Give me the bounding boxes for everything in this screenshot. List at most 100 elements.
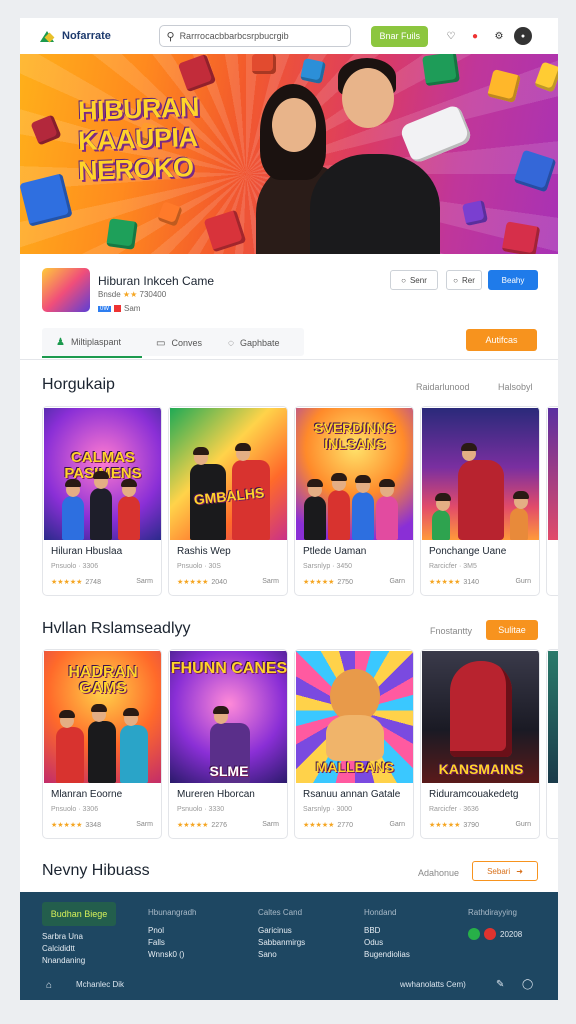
tab-label: Conves <box>171 338 202 348</box>
card-art: FHUNN CANES SLME <box>170 651 288 783</box>
card-rating: ★★★★★ 2276 <box>177 821 227 829</box>
arrow-right-icon: ➜ <box>516 866 523 876</box>
notification-icon[interactable]: ♡ <box>442 27 460 45</box>
footer-link[interactable]: Falls <box>148 938 196 947</box>
game-card-partial[interactable] <box>546 649 558 839</box>
footer-link[interactable]: Sano <box>258 950 305 959</box>
footer-link[interactable]: Sarbra Una <box>42 932 85 941</box>
header-cta-button[interactable]: Bnar Fuils <box>371 25 428 47</box>
tab-conves[interactable]: ▭ Conves <box>156 328 226 358</box>
footer-heading: Hondand <box>364 908 397 917</box>
footer-link[interactable]: Nnandaning <box>42 956 85 965</box>
section-link[interactable]: Halsobyl <box>498 382 533 392</box>
game-share-button[interactable]: ○ Senr <box>390 270 438 290</box>
whatsapp-icon[interactable] <box>468 928 480 940</box>
game-card[interactable]: MALLBANS Rsanuu annan Gatale Sarsnlyp · … <box>294 649 414 839</box>
chat-icon: ▭ <box>156 337 166 349</box>
rating-stars: ★★★★★ <box>177 579 209 586</box>
tab-label: Miltiplaspant <box>70 337 121 347</box>
footer-column: Rathdirayying <box>468 908 517 926</box>
footer-heading: Rathdirayying <box>468 908 517 917</box>
footer-link[interactable]: Garicinus <box>258 926 305 935</box>
rating-count: 3140 <box>463 579 479 586</box>
footer-link[interactable]: Pnol <box>148 926 196 935</box>
card-genre: Gurn <box>515 821 531 828</box>
game-share-label: Senr <box>409 275 427 285</box>
game-favorite-button[interactable]: ○ Rer <box>446 270 482 290</box>
search-input[interactable]: ⚲ Rarrrocacbbarbcsrpbucrgib <box>158 25 352 47</box>
rating-count: 2748 <box>85 579 101 586</box>
card-rating: ★★★★★ 3140 <box>429 578 479 586</box>
footer-link[interactable]: Calcididtt <box>42 944 85 953</box>
card-art <box>548 651 558 783</box>
rating-stars: ★★★★★ <box>303 579 335 586</box>
rating-count: 2276 <box>211 822 227 829</box>
chat-icon[interactable]: ◯ <box>522 979 533 990</box>
share-icon: ○ <box>401 275 406 285</box>
footer-link[interactable]: Sabbanmirgs <box>258 938 305 947</box>
footer-bottom-right[interactable]: wwhanolatts Cem) <box>400 980 466 989</box>
card-art-title: FHUNN CANES <box>170 660 288 677</box>
footer-bottom-left: Mchanlec Dik <box>76 980 125 989</box>
hero-banner[interactable]: HIBURAN KAAUPIA NEROKO <box>20 54 558 254</box>
card-subtitle: Rarcicfer · 3636 <box>429 806 479 813</box>
card-art-figures <box>44 471 161 540</box>
card-art-figures <box>296 473 413 540</box>
card-art: GMBALHS <box>170 408 287 540</box>
user-icon: ♟ <box>56 336 65 348</box>
card-rating: ★★★★★ 3348 <box>51 821 101 829</box>
game-card[interactable]: HADRAN GAMS Mlanran Eoorne Pnsuolo · 330… <box>42 649 162 839</box>
game-card[interactable]: GMBALHS Rashis Wep Pnsuolo · 30S ★★★★★ 20… <box>168 406 288 596</box>
card-subtitle: Rarcicfer · 3M5 <box>429 563 477 570</box>
game-card[interactable]: CALMAS PASIMENS Hiluran Hbuslaa Pnsuolo … <box>42 406 162 596</box>
page: Nofarrate ⚲ Rarrrocacbbarbcsrpbucrgib Bn… <box>20 18 558 1000</box>
brand-logo[interactable]: Nofarrate <box>40 29 139 43</box>
footer-link[interactable]: Bugendiolias <box>364 950 410 959</box>
character-figure <box>120 708 148 783</box>
rating-stars: ★★★★★ <box>51 822 83 829</box>
tab-multiplayer[interactable]: ♟ Miltiplaspant <box>42 328 142 358</box>
card-subtitle: Pnsuolo · 3306 <box>51 563 99 570</box>
pin-icon[interactable]: ● <box>466 27 484 45</box>
profile-icon[interactable]: ● <box>513 27 532 45</box>
hero-cube <box>422 54 460 87</box>
card-title: Rsanuu annan Gatale <box>303 789 401 800</box>
game-thumbnail[interactable] <box>42 268 90 312</box>
footer-link[interactable]: Odus <box>364 938 410 947</box>
rating-count: 2770 <box>337 822 353 829</box>
game-card[interactable]: Ponchange Uane Rarcicfer · 3M5 ★★★★★ 3140… <box>420 406 540 596</box>
section-action-button[interactable]: Sebari ➜ <box>472 861 538 881</box>
footer-link[interactable]: Wnnsk0 () <box>148 950 196 959</box>
footer-bottom: ⌂ Mchanlec Dik wwhanolatts Cem) ✎ ◯ <box>20 976 558 998</box>
game-card[interactable]: SVERDINNS INLSANS Ptlede Uaman Sarsnlyp … <box>294 406 414 596</box>
tab-gaphbate[interactable]: ◌ Gaphbate <box>228 328 304 358</box>
hero-person-man <box>310 154 440 254</box>
rating-count: 3790 <box>463 822 479 829</box>
bike-icon[interactable]: ⚙ <box>490 27 508 45</box>
footer-phone: 20208 <box>500 929 523 939</box>
hero-face <box>272 98 316 152</box>
tabs-action-button[interactable]: Autifcas <box>466 329 537 351</box>
refresh-icon: ◌ <box>228 337 234 349</box>
hero-cube <box>106 218 138 250</box>
game-card-partial[interactable] <box>546 406 558 596</box>
card-rating: ★★★★★ 2748 <box>51 578 101 586</box>
game-card[interactable]: FHUNN CANES SLME Mureren Hborcan Psnuolo… <box>168 649 288 839</box>
edit-icon[interactable]: ✎ <box>496 979 504 990</box>
youtube-icon[interactable] <box>484 928 496 940</box>
header-icons: ♡ ● ⚙ ● <box>442 27 538 45</box>
section-link[interactable]: Adahonue <box>418 868 459 878</box>
game-play-button[interactable]: Beahy <box>488 270 538 290</box>
game-meta-count: 730400 <box>139 290 167 299</box>
section-title: Horgukaip <box>42 376 115 393</box>
section-action-button[interactable]: Sulitae <box>486 620 538 640</box>
section-link[interactable]: Raidarlunood <box>416 382 470 392</box>
brand-name: Nofarrate <box>62 30 111 42</box>
footer-link[interactable]: BBD <box>364 926 410 935</box>
rating-stars: ★★★★★ <box>429 579 461 586</box>
game-card[interactable]: KANSMAINS Riduramcouakedetg Rarcicfer · … <box>420 649 540 839</box>
footer-badge[interactable]: Budhan Biege <box>42 902 116 926</box>
tab-bar: ♟ Miltiplaspant ▭ Conves ◌ Gaphbate Autifca… <box>20 326 558 360</box>
section-link[interactable]: Fnostantty <box>430 626 472 636</box>
home-icon[interactable]: ⌂ <box>46 980 52 991</box>
